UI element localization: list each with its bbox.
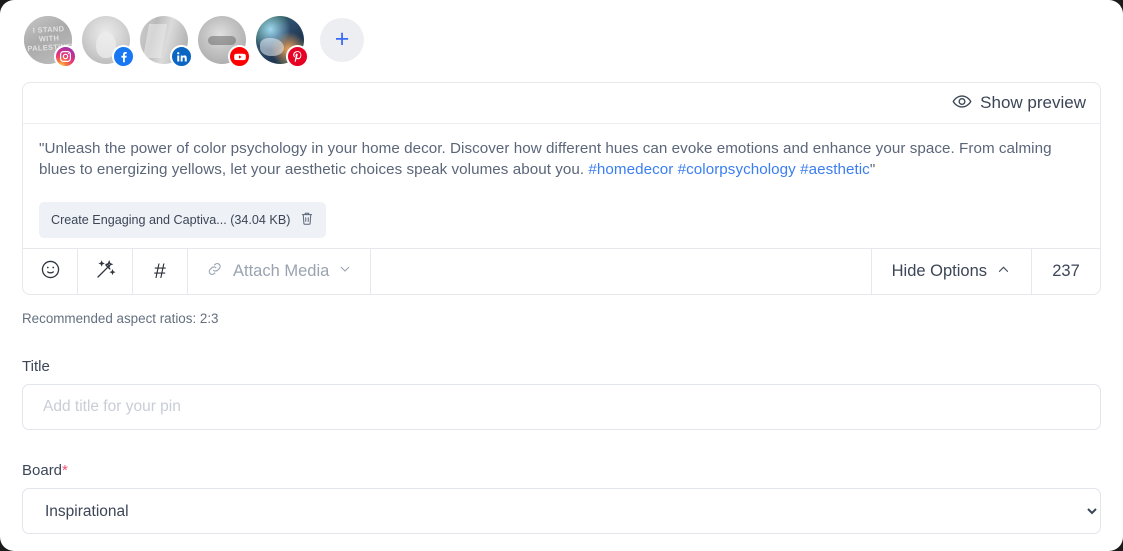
emoji-smiley-icon [40, 259, 61, 285]
trash-icon[interactable] [300, 211, 314, 229]
chevron-up-icon [996, 262, 1011, 282]
post-text-before: "Unleash the power of color psychology i… [39, 140, 1052, 178]
hashtag-button[interactable]: # [133, 249, 188, 294]
hashtag-aesthetic[interactable]: #aesthetic [800, 161, 870, 178]
board-label: Board* [22, 462, 1101, 479]
plus-icon: + [334, 24, 350, 53]
magic-wand-icon [95, 259, 116, 285]
show-preview-button[interactable]: Show preview [952, 93, 1086, 113]
post-text-after: " [869, 161, 876, 178]
preview-row: Show preview [23, 83, 1100, 124]
hashtag-colorpsychology[interactable]: #colorpsychology [678, 161, 796, 178]
board-select[interactable]: Inspirational [22, 488, 1101, 534]
youtube-icon [228, 45, 251, 68]
account-avatar-youtube[interactable] [196, 14, 251, 68]
hide-options-label: Hide Options [891, 262, 987, 280]
facebook-icon [112, 45, 135, 68]
add-account-button[interactable]: + [320, 18, 364, 62]
account-avatar-instagram[interactable]: I STAND WITH PALESTINE [22, 14, 77, 68]
ai-assist-button[interactable] [78, 249, 133, 294]
composer-toolbar: # Attach Media Hide Options 237 [23, 248, 1100, 294]
post-text-content: "Unleash the power of color psychology i… [39, 138, 1084, 180]
required-marker: * [62, 462, 68, 479]
post-composer-page: I STAND WITH PALESTINE + Show preview "U… [0, 0, 1123, 551]
link-icon [206, 260, 224, 283]
attach-media-button[interactable]: Attach Media [188, 249, 372, 294]
account-selector-row: I STAND WITH PALESTINE + [0, 0, 1123, 68]
account-avatar-linkedin[interactable] [138, 14, 193, 68]
post-composer-card: Show preview "Unleash the power of color… [22, 82, 1101, 295]
pinterest-icon [286, 45, 309, 68]
hide-options-button[interactable]: Hide Options [870, 249, 1031, 294]
hashtag-homedecor[interactable]: #homedecor [588, 161, 673, 178]
account-avatar-pinterest[interactable] [254, 14, 309, 68]
instagram-icon [54, 45, 77, 68]
chevron-down-icon [338, 262, 352, 281]
title-label: Title [22, 358, 50, 375]
show-preview-label: Show preview [980, 93, 1086, 112]
hashtag-icon: # [154, 259, 166, 283]
eye-icon [952, 94, 972, 114]
aspect-ratio-hint: Recommended aspect ratios: 2:3 [22, 311, 219, 326]
attachment-chip[interactable]: Create Engaging and Captiva... (34.04 KB… [39, 202, 327, 238]
account-avatar-facebook[interactable] [80, 14, 135, 68]
attachment-label: Create Engaging and Captiva... (34.04 KB… [51, 213, 291, 227]
character-counter: 237 [1031, 249, 1100, 294]
attach-media-label: Attach Media [233, 262, 330, 280]
post-text-editor[interactable]: "Unleash the power of color psychology i… [23, 124, 1100, 248]
attachment-list: Create Engaging and Captiva... (34.04 KB… [39, 202, 1084, 238]
board-label-text: Board [22, 462, 63, 479]
linkedin-icon [170, 45, 193, 68]
title-input[interactable] [22, 384, 1101, 430]
emoji-button[interactable] [23, 249, 78, 294]
title-field-group: Title [22, 358, 1101, 430]
board-field-group: Board* Inspirational [22, 462, 1101, 534]
